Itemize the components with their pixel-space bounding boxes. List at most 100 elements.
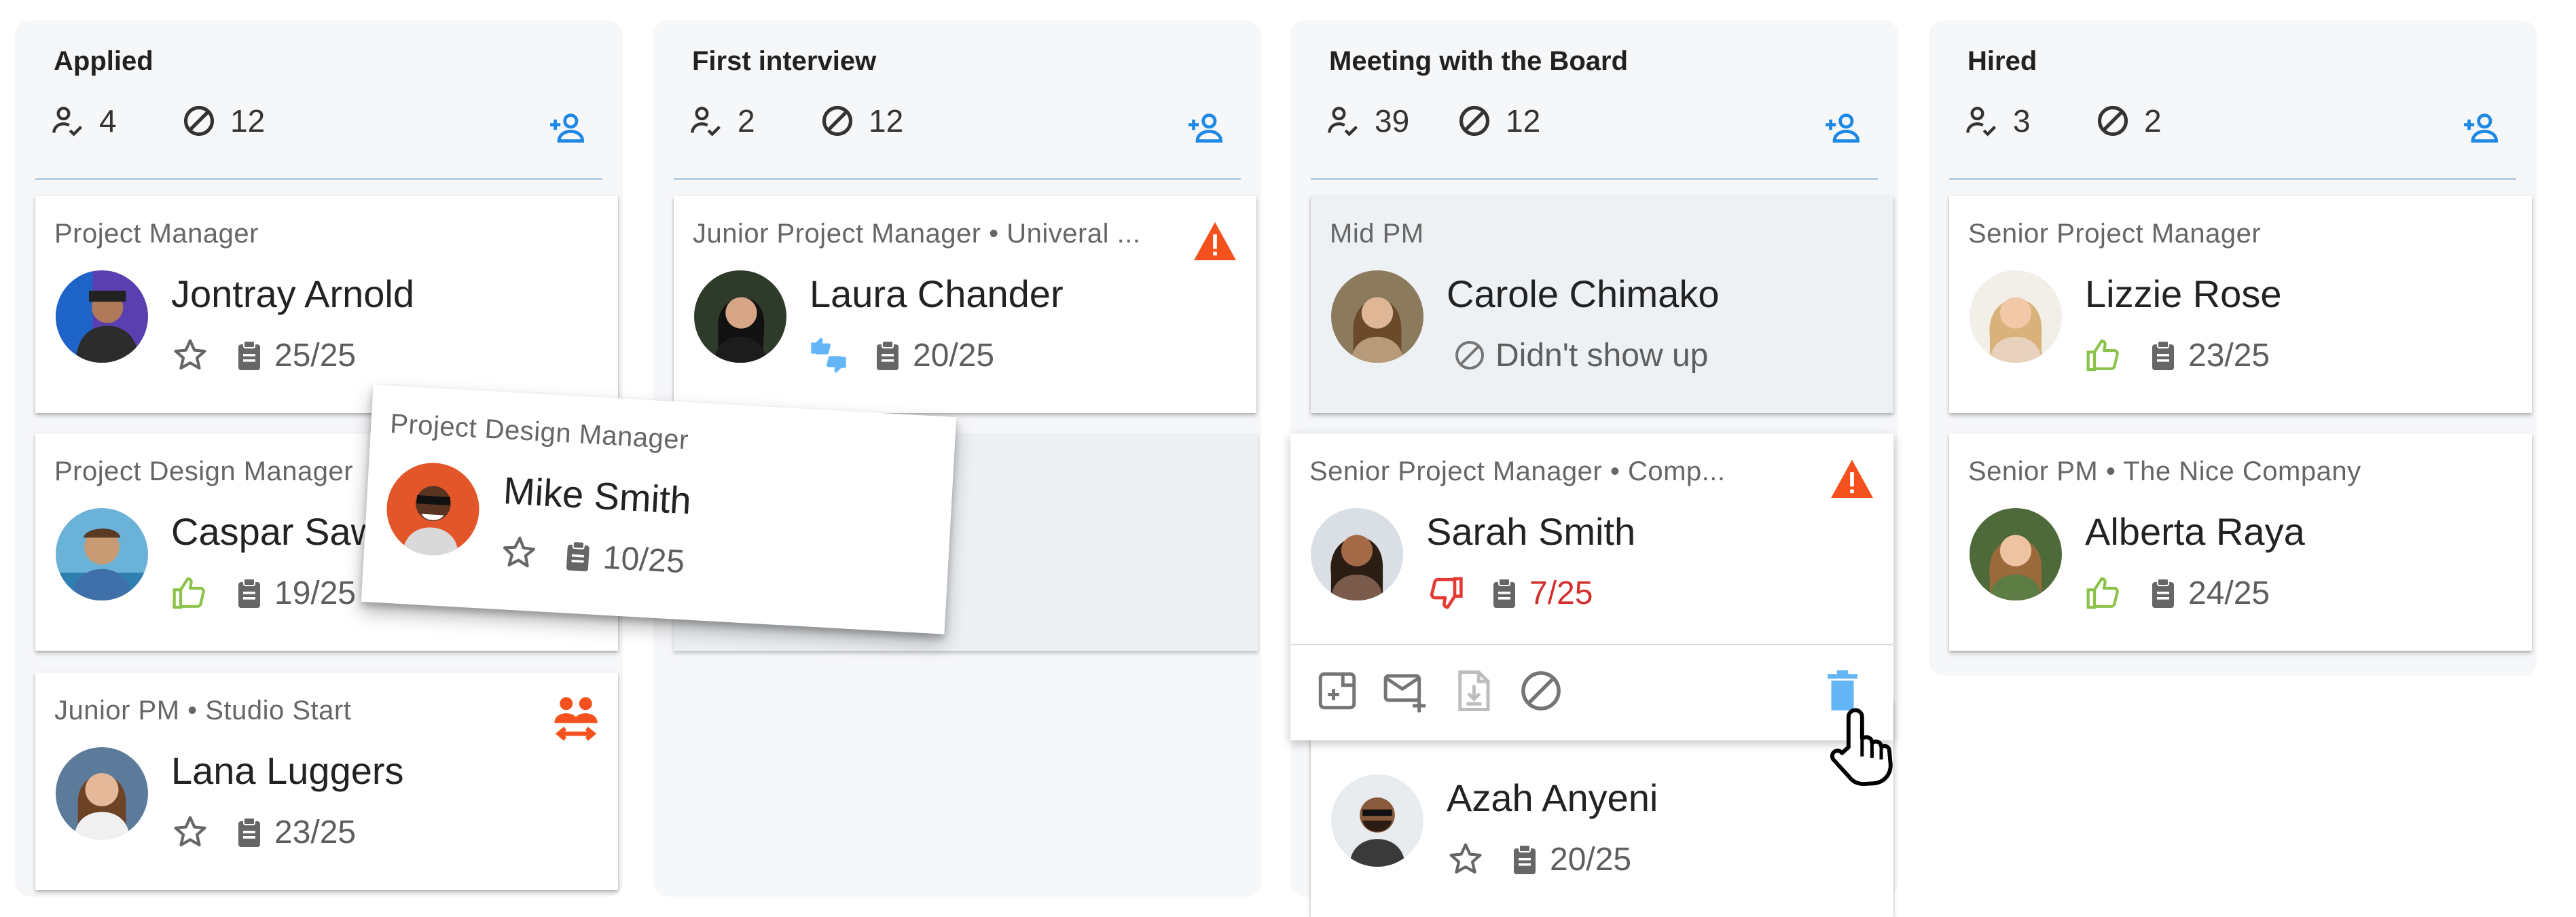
candidate-name: Azah Anyeni: [1447, 776, 1658, 819]
clipboard-icon: [1510, 843, 1539, 876]
applied-count: 4: [50, 102, 117, 140]
warning-icon: [1191, 220, 1239, 262]
thumb-down-icon[interactable]: [1426, 574, 1464, 612]
candidate-meta: 25/25: [171, 331, 356, 379]
candidate-score: 20/25: [1550, 841, 1632, 878]
avatar: [56, 270, 148, 363]
candidate-role: Mid PM: [1330, 219, 1424, 249]
avatar: [56, 508, 148, 600]
card-action-bar: [1290, 644, 1893, 740]
star-icon[interactable]: [171, 813, 209, 851]
block-icon: [181, 103, 217, 139]
star-icon[interactable]: [1447, 840, 1485, 878]
candidate-meta: 7/25: [1426, 569, 1593, 617]
column-title: First interview: [692, 46, 877, 76]
candidate-name: Lizzie Rose: [2085, 272, 2282, 315]
blocked-count-value: 12: [869, 103, 904, 139]
candidate-role: Junior PM • Studio Start: [54, 696, 352, 725]
thumbs-mixed-icon[interactable]: [810, 336, 848, 374]
add-person-icon[interactable]: [1822, 110, 1864, 145]
avatar: [56, 747, 148, 840]
candidate-score: 19/25: [274, 575, 357, 611]
candidate-name: Mike Smith: [502, 469, 693, 522]
hand-cursor-icon: [1827, 706, 1895, 788]
candidate-name: Carole Chimako: [1447, 272, 1720, 315]
thumb-up-icon[interactable]: [2085, 574, 2123, 612]
person-check-icon: [689, 103, 724, 139]
clipboard-icon: [2149, 339, 2177, 372]
candidate-score: 23/25: [2188, 337, 2270, 374]
applied-count-value: 2: [738, 103, 755, 139]
warning-icon: [1828, 458, 1876, 500]
candidate-meta: 23/25: [2085, 331, 2270, 379]
add-file-icon[interactable]: [1315, 668, 1360, 713]
thumb-up-icon[interactable]: [171, 574, 209, 612]
candidate-card[interactable]: Senior Project Manager Lizzie Rose 23/25: [1949, 196, 2532, 413]
block-icon: [2095, 103, 2130, 139]
candidate-card[interactable]: Project Manager Jontray Arnold 25/25: [35, 196, 618, 413]
blocked-count-value: 2: [2144, 103, 2162, 139]
swap-people-icon[interactable]: [550, 693, 602, 744]
applied-count: 3: [1964, 102, 2031, 140]
candidate-meta: Didn't show up: [1447, 331, 1708, 379]
candidate-score: 20/25: [913, 337, 995, 374]
column-hired: Hired 3 2 Senior Project Manager Lizzie …: [1929, 20, 2537, 676]
applied-count-value: 4: [99, 103, 117, 139]
block-icon: [1453, 339, 1486, 372]
column-divider: [1949, 178, 2516, 180]
candidate-card[interactable]: Senior PM • The Nice Company Alberta Ray…: [1949, 433, 2532, 651]
blocked-count-value: 12: [1506, 103, 1541, 139]
candidate-meta: 19/25: [171, 569, 356, 617]
thumb-up-icon[interactable]: [2085, 336, 2123, 374]
applied-count: 2: [689, 102, 755, 140]
candidate-role: Senior Project Manager: [1968, 219, 2262, 249]
candidate-score: 23/25: [274, 814, 357, 850]
clipboard-icon: [873, 339, 902, 372]
candidate-meta: 20/25: [1447, 835, 1631, 883]
candidate-score: 24/25: [2188, 575, 2270, 611]
applied-count: 39: [1326, 102, 1409, 140]
block-icon: [1457, 103, 1492, 139]
candidate-name: Jontray Arnold: [171, 272, 414, 315]
blocked-count: 12: [181, 102, 265, 140]
clipboard-icon: [1490, 577, 1519, 609]
dragging-candidate-card[interactable]: Project Design Manager Mike Smith 10/25: [361, 384, 957, 634]
candidate-name: Sarah Smith: [1426, 510, 1636, 553]
column-title: Meeting with the Board: [1329, 46, 1628, 76]
candidate-card[interactable]: Junior PM • Studio Start Lana Luggers 23…: [35, 672, 618, 890]
candidate-meta: 10/25: [498, 528, 686, 586]
candidate-name: Alberta Raya: [2085, 510, 2305, 553]
add-person-icon[interactable]: [2461, 110, 2503, 145]
candidate-meta: 24/25: [2085, 569, 2270, 617]
send-email-icon[interactable]: [1383, 668, 1428, 713]
candidate-card[interactable]: Junior Project Manager • Univeral ... La…: [674, 196, 1256, 413]
person-check-icon: [1326, 103, 1361, 139]
blocked-count: 12: [820, 102, 903, 140]
avatar: [1970, 270, 2062, 363]
download-doc-icon[interactable]: [1451, 668, 1495, 713]
candidate-score: 25/25: [274, 337, 357, 374]
add-person-icon[interactable]: [547, 110, 589, 145]
person-check-icon: [1964, 103, 1999, 139]
avatar: [384, 460, 482, 558]
candidate-role: Senior Project Manager • Comp...: [1309, 456, 1726, 486]
candidate-role: Junior Project Manager • Univeral ...: [693, 219, 1141, 249]
applied-count-value: 39: [1375, 103, 1410, 139]
column-meeting-board: Meeting with the Board 39 12 Mid PM Caro…: [1290, 20, 1898, 917]
column-divider: [674, 178, 1241, 180]
avatar: [1311, 508, 1403, 600]
column-divider: [35, 178, 602, 180]
star-icon[interactable]: [171, 336, 209, 374]
candidate-role: Project Manager: [54, 219, 259, 249]
add-person-icon[interactable]: [1185, 110, 1227, 145]
candidate-card-expanded[interactable]: Senior Project Manager • Comp... Sarah S…: [1290, 433, 1893, 740]
clipboard-icon: [235, 577, 264, 609]
candidate-card[interactable]: Mid PM Carole Chimako Didn't show up: [1311, 196, 1893, 413]
star-icon[interactable]: [499, 533, 539, 573]
candidate-meta: 20/25: [810, 331, 994, 379]
column-title: Applied: [54, 46, 153, 76]
blocked-count-value: 12: [230, 103, 266, 139]
blocked-count: 2: [2095, 102, 2162, 140]
avatar: [1970, 508, 2062, 600]
block-icon[interactable]: [1519, 668, 1563, 713]
